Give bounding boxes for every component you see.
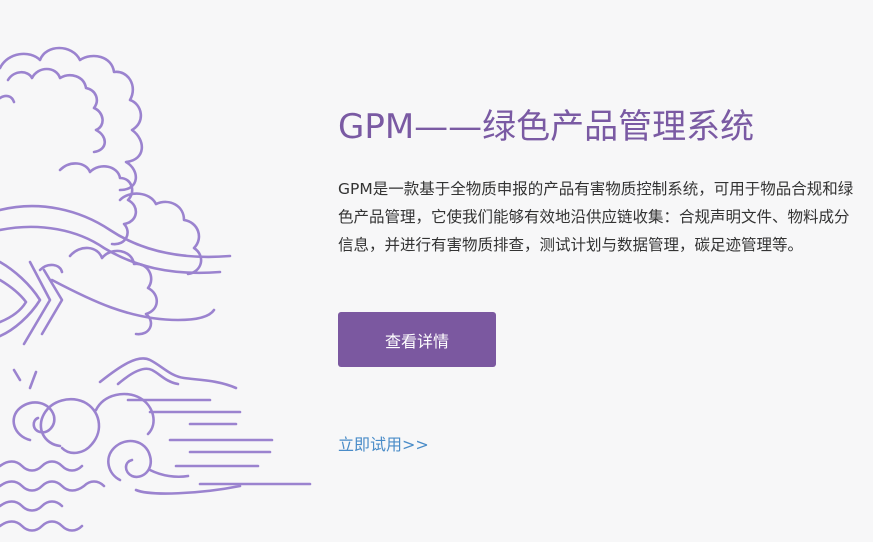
page-title: GPM——绿色产品管理系统: [338, 107, 755, 147]
cloud-mountain-wave-illustration: [0, 46, 312, 532]
try-now-link[interactable]: 立即试用>>: [338, 431, 429, 455]
product-description: GPM是一款基于全物质申报的产品有害物质控制系统，可用于物品合规和绿色产品管理，…: [338, 180, 854, 254]
view-details-button[interactable]: 查看详情: [338, 312, 496, 367]
hero-content: GPM——绿色产品管理系统 GPM是一款基于全物质申报的产品有害物质控制系统，可…: [338, 104, 868, 454]
hero-section: GPM——绿色产品管理系统 GPM是一款基于全物质申报的产品有害物质控制系统，可…: [0, 0, 873, 542]
